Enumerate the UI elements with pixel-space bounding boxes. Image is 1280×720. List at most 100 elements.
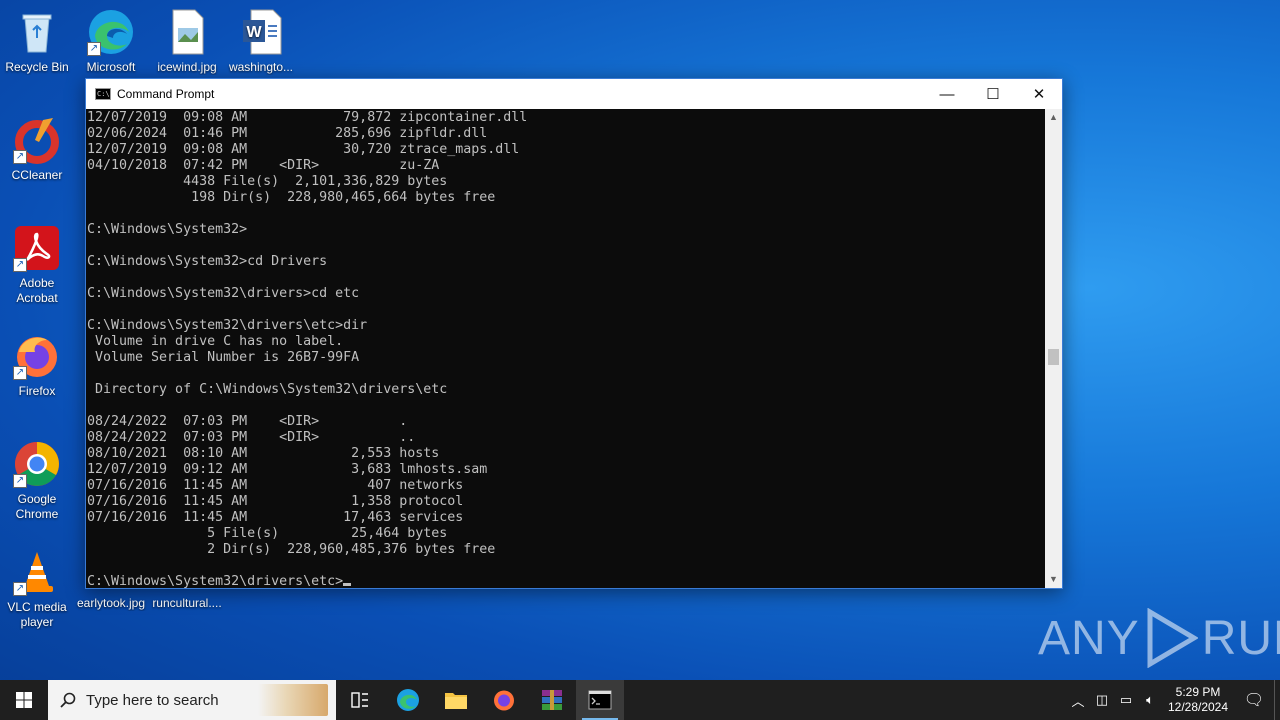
taskbar-search-box[interactable]: Type here to search	[48, 680, 336, 720]
play-logo-icon	[1147, 608, 1198, 668]
desktop-icon-label: Adobe Acrobat	[16, 276, 58, 305]
taskbar-clock[interactable]: 5:29 PM 12/28/2024	[1162, 685, 1234, 715]
vlc-desktop-icon[interactable]: ↗ VLC media player	[0, 548, 74, 630]
command-prompt-icon	[588, 690, 612, 710]
edge-desktop-icon[interactable]: ↗ Microsoft Edge	[74, 8, 148, 75]
edge-icon	[397, 689, 419, 711]
scroll-up-arrow-icon[interactable]: ▲	[1045, 109, 1062, 126]
recycle-bin-desktop-icon[interactable]: Recycle Bin	[0, 8, 74, 75]
desktop-icon-label: Firefox	[18, 384, 56, 398]
console-line: 08/24/2022 07:03 PM <DIR> .	[87, 414, 408, 429]
console-line: 5 File(s) 25,464 bytes	[87, 526, 448, 541]
desktop-icon-label: CCleaner	[11, 168, 63, 182]
console-line: 08/24/2022 07:03 PM <DIR> ..	[87, 430, 416, 445]
anyrun-watermark: ANY RUN	[1038, 608, 1280, 668]
start-button[interactable]	[0, 680, 48, 720]
system-tray: ︿ ◫ ▭ 🔈︎ 5:29 PM 12/28/2024 🗨︎	[1066, 680, 1280, 720]
firefox-icon	[494, 690, 514, 711]
edge-icon: ↗	[87, 8, 135, 56]
search-icon	[60, 692, 76, 708]
desktop-icon-label: Microsoft Edge	[86, 60, 136, 74]
icewind-desktop-icon[interactable]: icewind.jpg	[150, 8, 224, 75]
chevron-up-icon[interactable]: ︿	[1066, 691, 1090, 710]
desktop-icon-label: runcultural....	[152, 596, 222, 610]
windows-logo-icon	[16, 692, 32, 708]
network-icon[interactable]: ▭	[1114, 692, 1138, 708]
ccleaner-icon: ↗	[13, 116, 61, 164]
console-line: C:\Windows\System32\drivers>cd etc	[87, 286, 360, 301]
console-line: 12/07/2019 09:12 AM 3,683 lmhosts.sam	[87, 462, 488, 477]
console-line: 2 Dir(s) 228,960,485,376 bytes free	[87, 542, 496, 557]
taskbar-command-prompt-button[interactable]	[576, 680, 624, 720]
console-line: C:\Windows\System32>	[87, 222, 248, 237]
command-prompt-window[interactable]: C:\ Command Prompt — ☐ ✕ 12/07/2019 09:0…	[85, 78, 1063, 589]
console-line: 198 Dir(s) 228,980,465,664 bytes free	[87, 190, 496, 205]
meet-now-icon[interactable]: ◫	[1090, 692, 1114, 708]
washington-desktop-icon[interactable]: W washingto...	[224, 8, 298, 75]
firefox-desktop-icon[interactable]: ↗ Firefox	[0, 332, 74, 399]
vertical-scrollbar[interactable]: ▲ ▼	[1045, 109, 1062, 588]
winrar-icon	[542, 690, 562, 710]
console-line: 07/16/2016 11:45 AM 17,463 services	[87, 510, 464, 525]
volume-icon[interactable]: 🔈︎	[1138, 692, 1162, 708]
desktop-icon-label: Recycle Bin	[5, 60, 69, 74]
adobe-acrobat-desktop-icon[interactable]: ↗ Adobe Acrobat	[0, 224, 74, 306]
clock-time: 5:29 PM	[1175, 685, 1221, 699]
maximize-button[interactable]: ☐	[970, 79, 1016, 109]
watermark-left-text: ANY	[1038, 611, 1140, 665]
folder-icon	[445, 693, 467, 709]
window-title: Command Prompt	[117, 87, 215, 101]
show-desktop-button[interactable]	[1274, 680, 1280, 720]
clock-date: 12/28/2024	[1167, 700, 1229, 714]
chrome-desktop-icon[interactable]: ↗ Google Chrome	[0, 440, 74, 522]
console-output[interactable]: 12/07/2019 09:08 AM 79,872 zipcontainer.…	[86, 109, 1045, 588]
text-cursor	[343, 583, 352, 586]
shortcut-arrow-icon: ↗	[87, 42, 101, 56]
firefox-icon: ↗	[13, 332, 61, 380]
image-file-icon	[163, 8, 211, 56]
taskbar-edge-button[interactable]	[384, 680, 432, 720]
svg-text:W: W	[246, 24, 262, 41]
console-line: C:\Windows\System32\drivers\etc>dir	[87, 318, 368, 333]
desktop-icon-label: earlytook.jpg	[76, 596, 146, 610]
console-line: Directory of C:\Windows\System32\drivers…	[87, 382, 448, 397]
scrollbar-thumb[interactable]	[1048, 349, 1059, 365]
ccleaner-desktop-icon[interactable]: ↗ CCleaner	[0, 116, 74, 183]
console-line: 08/10/2021 08:10 AM 2,553 hosts	[87, 446, 440, 461]
earlytook-desktop-icon[interactable]: earlytook.jpg	[74, 596, 148, 611]
acrobat-icon: ↗	[13, 224, 61, 272]
vlc-cone-icon: ↗	[13, 548, 61, 596]
scroll-down-arrow-icon[interactable]: ▼	[1045, 571, 1062, 588]
taskbar-firefox-button[interactable]	[480, 680, 528, 720]
notification-icon[interactable]: 🗨︎	[1234, 690, 1274, 710]
console-line: Volume Serial Number is 26B7-99FA	[87, 350, 360, 365]
watermark-right-text: RUN	[1201, 611, 1280, 665]
taskbar-winrar-button[interactable]	[528, 680, 576, 720]
window-titlebar[interactable]: C:\ Command Prompt — ☐ ✕	[86, 79, 1062, 109]
console-text: 12/07/2019 09:08 AM 79,872 zipcontainer.…	[86, 109, 1045, 588]
taskbar: Type here to search ︿ ◫ ▭ 🔈︎ 5:29 PM 12/…	[0, 680, 1280, 720]
shortcut-arrow-icon: ↗	[13, 150, 27, 164]
console-line: C:\Windows\System32>cd Drivers	[87, 254, 328, 269]
shortcut-arrow-icon: ↗	[13, 258, 27, 272]
shortcut-arrow-icon: ↗	[13, 582, 27, 596]
console-line: 12/07/2019 09:08 AM 30,720 ztrace_maps.d…	[87, 142, 520, 157]
minimize-button[interactable]: —	[924, 79, 970, 109]
word-document-icon: W	[237, 8, 285, 56]
close-button[interactable]: ✕	[1016, 79, 1062, 109]
runcultural-desktop-icon[interactable]: runcultural....	[150, 596, 224, 611]
taskbar-file-explorer-button[interactable]	[432, 680, 480, 720]
recycle-bin-icon	[13, 8, 61, 56]
search-placeholder: Type here to search	[86, 691, 219, 709]
task-view-button[interactable]	[336, 680, 384, 720]
shortcut-arrow-icon: ↗	[13, 366, 27, 380]
console-prompt-line: C:\Windows\System32\drivers\etc>	[87, 574, 1045, 588]
console-line: 04/10/2018 07:42 PM <DIR> zu-ZA	[87, 158, 440, 173]
console-line: Volume in drive C has no label.	[87, 334, 344, 349]
